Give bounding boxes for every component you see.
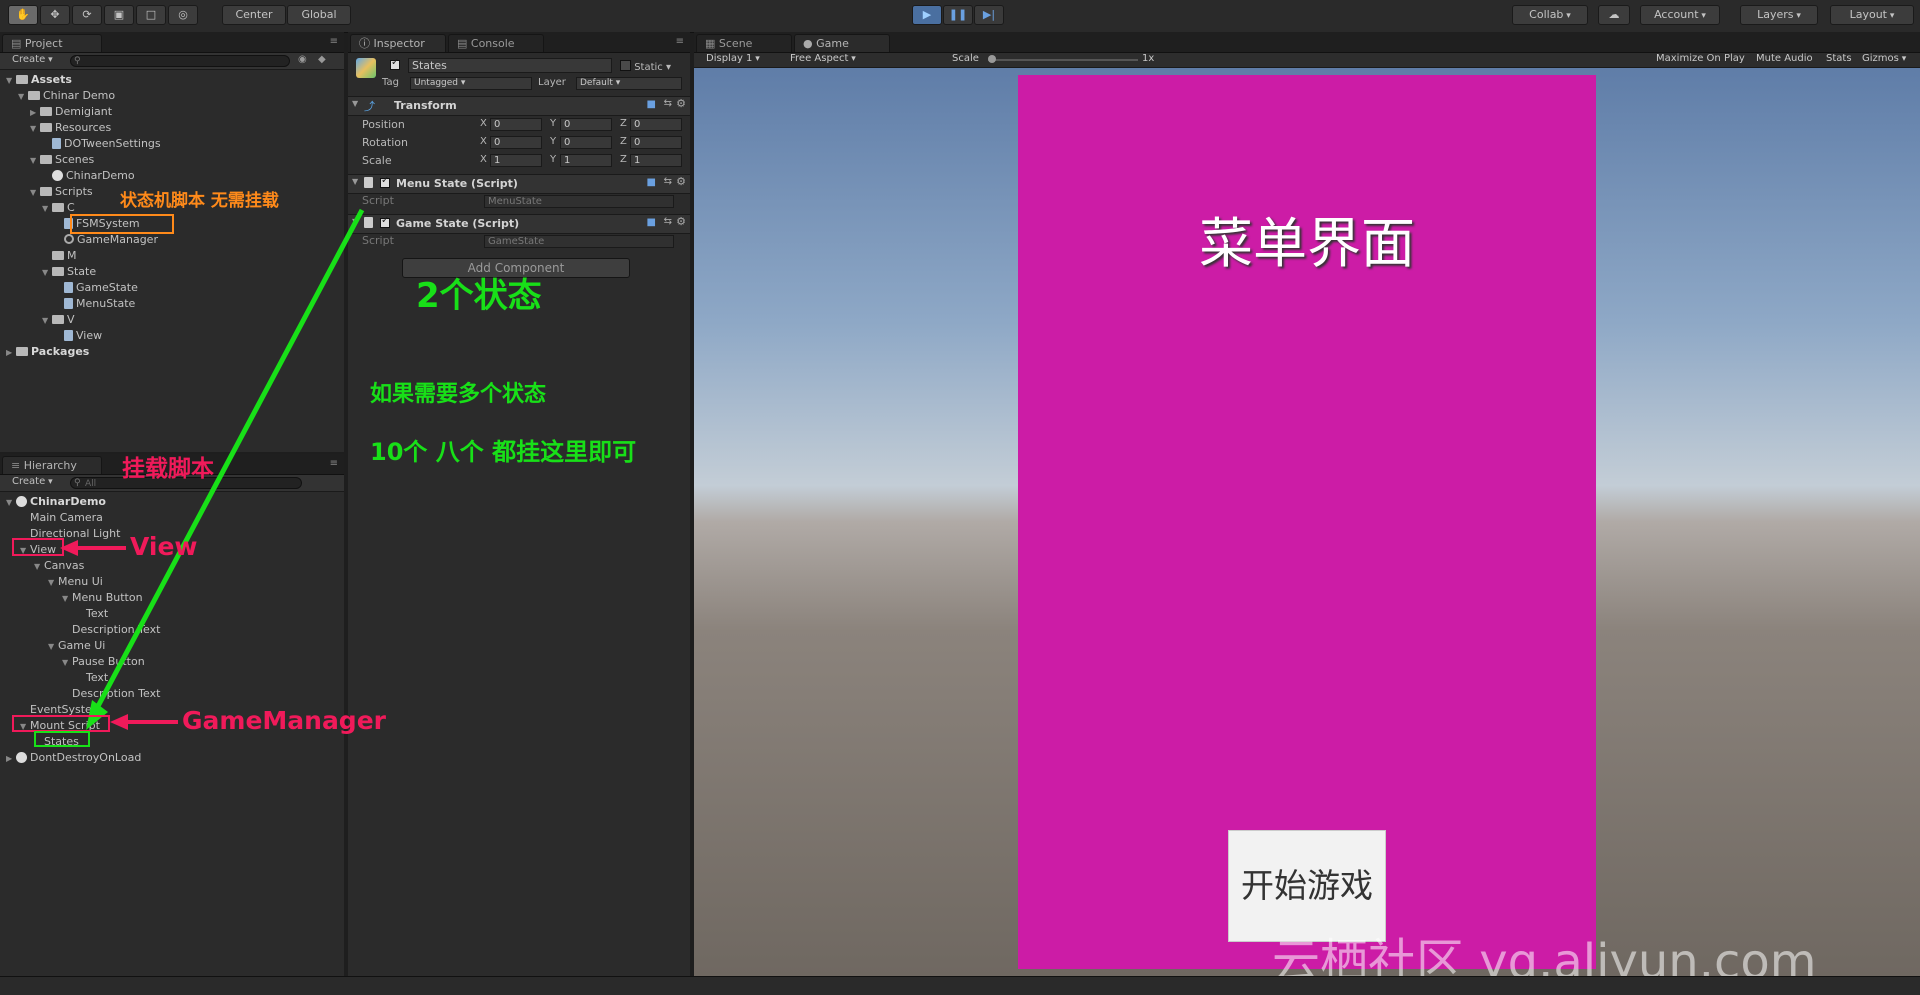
annotation-mount-script: 挂载脚本 [122, 456, 214, 482]
fsmsystem-highlight-box [70, 214, 174, 234]
mount-script-highlight-box [12, 715, 110, 732]
states-highlight-box [34, 731, 90, 747]
view-highlight-box [12, 538, 64, 556]
gamemanager-arrow-head [110, 714, 128, 730]
status-bar [0, 976, 1920, 995]
annotation-need-many: 如果需要多个状态 [370, 382, 547, 407]
annotation-two-states: 2个状态 [416, 276, 542, 316]
annotation-ten-eight: 10个 八个 都挂这里即可 [370, 438, 637, 466]
annotation-arrows [60, 208, 365, 730]
annotation-view: View [130, 532, 198, 561]
annotation-no-mount: 状态机脚本 无需挂载 [120, 191, 279, 211]
annotation-gamemanager: GameManager [182, 706, 386, 735]
